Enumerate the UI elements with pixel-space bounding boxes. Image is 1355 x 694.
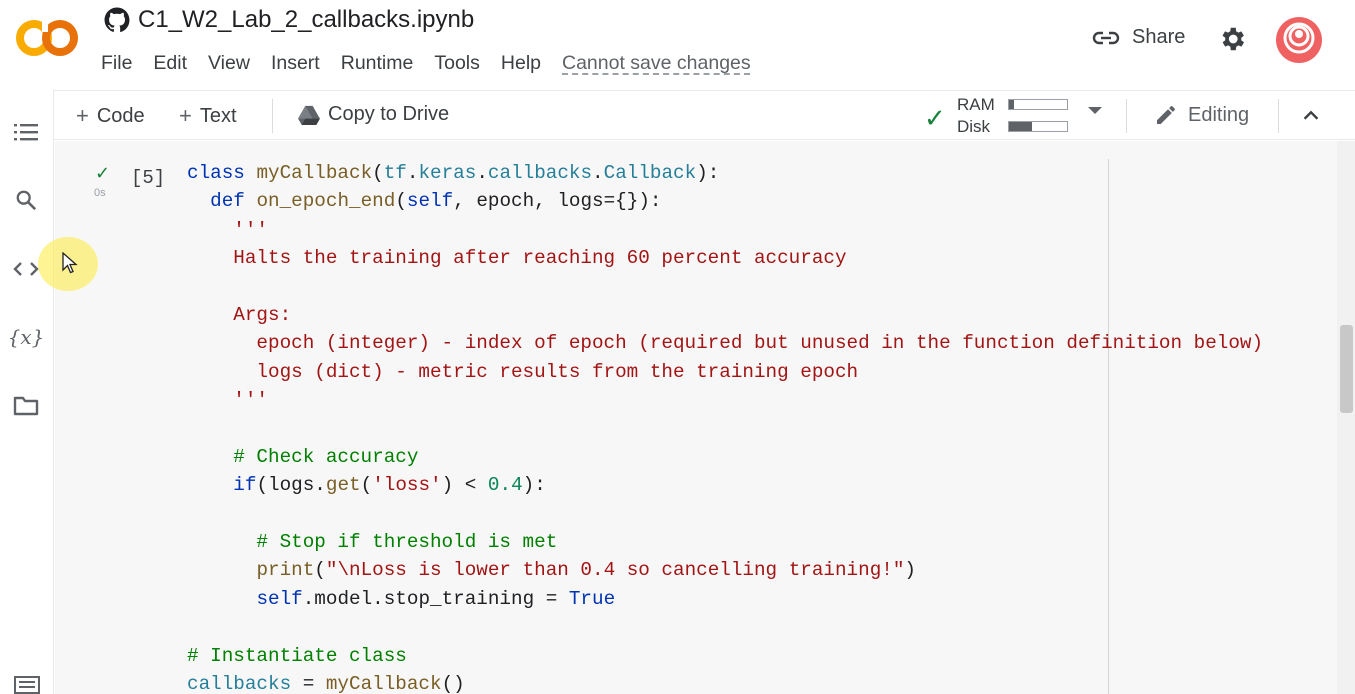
disk-label: Disk [957, 117, 991, 136]
copy-to-drive-label: Copy to Drive [328, 103, 450, 125]
code-line: def on_epoch_end(self, epoch, logs={}): [210, 190, 662, 213]
toolbar-divider [1278, 99, 1279, 133]
resources-indicator[interactable]: ✓ RAM Disk [924, 93, 1074, 137]
github-icon[interactable] [104, 7, 130, 33]
check-icon: ✓ [924, 103, 946, 133]
magnifier-glyph [16, 190, 37, 211]
code-cell[interactable]: ✓ 0s [5] class myCallback(tf.keras.callb… [87, 149, 1333, 694]
brackets-glyph [13, 262, 39, 276]
add-text-label: Text [199, 104, 237, 127]
menu-runtime[interactable]: Runtime [341, 52, 425, 75]
title-row: C1_W2_Lab_2_callbacks.ipynb [104, 6, 474, 34]
execution-count: [5] [131, 167, 166, 189]
header: C1_W2_Lab_2_callbacks.ipynb File Edit Vi… [0, 0, 1355, 88]
pencil-icon [1157, 105, 1175, 124]
menu-file[interactable]: File [101, 52, 143, 75]
code-line: # Instantiate class [187, 644, 407, 667]
menu-help[interactable]: Help [501, 52, 552, 75]
share-button[interactable]: Share [1092, 26, 1185, 49]
resources-dropdown-icon[interactable] [1088, 107, 1102, 114]
add-code-button[interactable]: + Code [76, 103, 145, 129]
code-editor[interactable]: class myCallback(tf.keras.callbacks.Call… [187, 159, 1263, 694]
mouse-pointer-icon [62, 252, 78, 274]
code-line: print("\nLoss is lower than 0.4 so cance… [256, 559, 916, 582]
code-line: if(logs.get('loss') < 0.4): [233, 474, 546, 497]
list-glyph [14, 124, 38, 141]
menu-tools[interactable]: Tools [434, 52, 491, 75]
colab-logo[interactable] [14, 14, 80, 62]
run-duration: 0s [94, 187, 106, 199]
search-icon[interactable] [12, 186, 40, 214]
editing-label: Editing [1188, 103, 1250, 126]
menu-view[interactable]: View [208, 52, 261, 75]
folder-icon[interactable] [12, 392, 40, 420]
code-line: class myCallback(tf.keras.callbacks.Call… [187, 162, 720, 184]
notebook-content: ✓ 0s [5] class myCallback(tf.keras.callb… [55, 141, 1355, 694]
code-line: callbacks = myCallback() [187, 673, 465, 694]
plus-icon: + [76, 103, 89, 128]
editing-mode-button[interactable]: Editing [1154, 103, 1249, 127]
ram-bar-fill [1009, 100, 1014, 109]
gear-icon[interactable] [1217, 24, 1247, 54]
disk-bar [1008, 121, 1068, 132]
notebook-toolbar: + Code + Text Copy to Drive ✓ RAM Disk E… [54, 90, 1355, 140]
code-line: ''' [187, 389, 268, 412]
code-line: Halts the training after reaching 60 per… [187, 247, 847, 270]
code-line: # Stop if threshold is met [187, 531, 558, 554]
code-line: ''' [187, 218, 268, 241]
folder-glyph [13, 396, 39, 416]
toolbar-divider [1126, 99, 1127, 133]
avatar-image [1283, 22, 1315, 54]
terminal-icon[interactable] [14, 676, 40, 694]
scrollbar-thumb[interactable] [1340, 325, 1353, 413]
code-line: # Check accuracy [187, 445, 419, 468]
save-status-link[interactable]: Cannot save changes [562, 52, 762, 75]
notebook-title[interactable]: C1_W2_Lab_2_callbacks.ipynb [138, 6, 474, 34]
plus-icon: + [179, 103, 192, 128]
chevron-up-icon[interactable] [1300, 105, 1322, 127]
variables-icon[interactable]: {x} [8, 323, 45, 351]
toc-icon[interactable] [12, 118, 40, 146]
left-sidebar: {x} [0, 90, 54, 694]
add-text-button[interactable]: + Text [179, 103, 237, 129]
run-status-check-icon[interactable]: ✓ [95, 163, 110, 184]
code-line: epoch (integer) - index of epoch (requir… [187, 332, 1264, 355]
menu-bar: File Edit View Insert Runtime Tools Help… [101, 52, 772, 75]
code-line: logs (dict) - metric results from the tr… [187, 360, 859, 383]
copy-to-drive-button[interactable]: Copy to Drive [298, 103, 449, 126]
link-icon [1092, 31, 1120, 44]
menu-edit[interactable]: Edit [153, 52, 198, 75]
disk-bar-fill [1009, 122, 1033, 131]
drive-icon [298, 105, 320, 125]
share-label: Share [1132, 26, 1186, 48]
code-line: self.model.stop_training = True [256, 587, 616, 610]
add-code-label: Code [96, 104, 145, 127]
code-snippets-icon[interactable] [12, 255, 40, 283]
ram-label: RAM [957, 95, 995, 114]
toolbar-divider [272, 99, 273, 133]
code-line: Args: [187, 303, 292, 326]
menu-insert[interactable]: Insert [271, 52, 331, 75]
scrollbar-track[interactable] [1337, 141, 1355, 694]
avatar[interactable] [1276, 17, 1322, 63]
ram-bar [1008, 99, 1068, 110]
